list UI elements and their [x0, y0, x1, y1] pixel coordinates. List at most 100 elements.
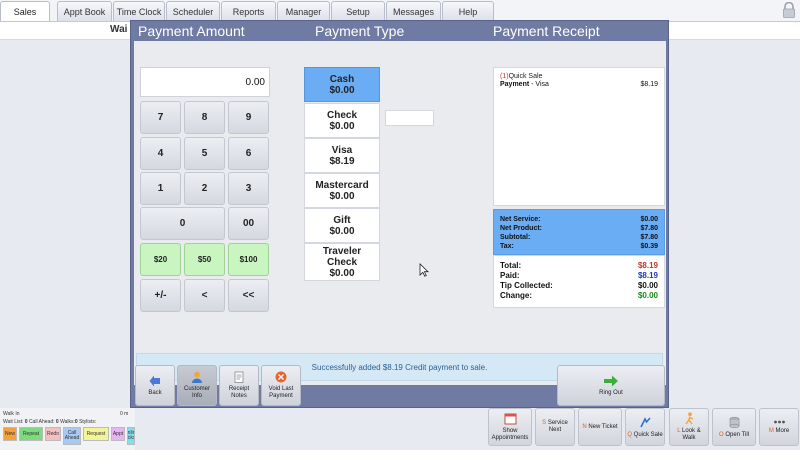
key-6[interactable]: 6 — [228, 137, 269, 170]
void-last-payment-label: Void Last Payment — [268, 386, 294, 399]
subtotals-panel: Net Service: $0.00 Net Product: $7.80 Subt… — [493, 209, 665, 255]
key-0[interactable]: 0 — [140, 207, 225, 240]
change-value: $0.00 — [637, 291, 658, 300]
quick-sale-key: Q — [627, 431, 632, 438]
tab-manager[interactable]: Manager — [277, 1, 330, 21]
tab-messages[interactable]: Messages — [386, 1, 441, 21]
void-last-payment-button[interactable]: Void Last Payment — [261, 365, 301, 406]
ring-out-label: Ring Out — [599, 389, 623, 396]
tab-scheduler[interactable]: Scheduler — [166, 1, 220, 21]
chip-call-ahead[interactable]: Call Ahead — [63, 427, 81, 445]
payment-type-amount: $0.00 — [329, 267, 355, 279]
receipt-panel: (1)Quick Sale Payment - Visa $8.19 — [493, 67, 665, 206]
key-8[interactable]: 8 — [184, 101, 225, 134]
tax-label: Tax: — [500, 243, 514, 250]
walk-in-label: Walk In — [3, 411, 20, 417]
payment-type-check[interactable]: Check $0.00 — [304, 103, 380, 138]
tab-sales[interactable]: Sales — [0, 1, 50, 21]
chip-redo[interactable]: Redo — [45, 427, 61, 441]
customer-icon — [192, 371, 202, 383]
look-and-walk-key: L — [677, 428, 681, 434]
subtotal-label: Subtotal: — [500, 234, 531, 241]
key-00[interactable]: 00 — [228, 207, 269, 240]
service-next-key: S — [542, 420, 547, 426]
customer-info-label: Customer Info — [183, 386, 210, 399]
more-key: M — [768, 428, 774, 434]
tab-setup[interactable]: Setup — [331, 1, 385, 21]
chip-online-ticket[interactable]: Online Tckst — [127, 427, 135, 445]
ring-out-button[interactable]: Ring Out — [557, 365, 665, 406]
look-and-walk-button[interactable]: L Look & Walk — [669, 408, 709, 446]
key-backspace[interactable]: < — [184, 279, 225, 312]
quick-sale-button[interactable]: Q Quick Sale — [625, 408, 665, 446]
payment-type-name: Cash — [329, 73, 355, 85]
receipt-notes-label: Receipt Notes — [228, 386, 250, 399]
receipt-payment-method: - Visa — [529, 81, 549, 88]
key-plus-minus[interactable]: +/- — [140, 279, 181, 312]
key-clear[interactable]: << — [228, 279, 269, 312]
net-service-label: Net Service: — [500, 216, 541, 223]
quick-sale-label: Quick Sale — [633, 431, 663, 438]
key-3[interactable]: 3 — [228, 172, 269, 205]
totals-panel: Total: $8.19 Paid: $8.19 Tip Collected: $0.… — [493, 255, 665, 308]
payment-type-visa[interactable]: Visa $8.19 — [304, 138, 380, 173]
wait-counts: Wait List: 0 Call Ahead: 0 Walks:0 Styli… — [3, 419, 96, 425]
wait-list-label: Wait List: — [3, 419, 24, 425]
key-2[interactable]: 2 — [184, 172, 225, 205]
calendar-icon — [504, 413, 516, 425]
chip-repeat[interactable]: Repeat — [19, 427, 43, 441]
tab-reports[interactable]: Reports — [221, 1, 276, 21]
check-number-input[interactable] — [385, 110, 434, 126]
service-next-button[interactable]: S Service Next — [535, 408, 575, 446]
receipt-line-index: (1) — [500, 73, 509, 80]
payment-type-traveler-check[interactable]: Traveler Check $0.00 — [304, 243, 380, 281]
payment-type-amount: $0.00 — [329, 120, 355, 132]
tip-label: Tip Collected: — [500, 281, 553, 290]
key-7[interactable]: 7 — [140, 101, 181, 134]
back-button[interactable]: Back — [135, 365, 175, 406]
new-ticket-button[interactable]: N New Ticket — [578, 408, 622, 446]
walks-value: 0 — [74, 419, 78, 425]
key-4[interactable]: 4 — [140, 137, 181, 170]
amount-input[interactable]: 0.00 — [140, 67, 270, 97]
total-label: Total: — [500, 261, 522, 270]
walks-label: Walks: — [60, 419, 75, 425]
payment-type-gift[interactable]: Gift $0.00 — [304, 208, 380, 243]
more-label: More — [775, 428, 790, 434]
payment-type-header: Payment Type — [315, 23, 405, 39]
stylists-label: Stylists: — [79, 419, 97, 425]
chip-request[interactable]: Request — [83, 427, 109, 441]
key-1[interactable]: 1 — [140, 172, 181, 205]
chip-appt[interactable]: Appt — [111, 427, 125, 441]
payment-type-mastercard[interactable]: Mastercard $0.00 — [304, 173, 380, 208]
lock-icon[interactable] — [782, 2, 796, 18]
change-row: Change: $0.00 — [500, 291, 658, 301]
quick-amount-50[interactable]: $50 — [184, 243, 225, 276]
service-next-label: Service Next — [547, 420, 568, 433]
tab-help[interactable]: Help — [442, 1, 494, 21]
payment-type-cash[interactable]: Cash $0.00 — [304, 67, 380, 102]
quick-amount-20[interactable]: $20 — [140, 243, 181, 276]
receipt-notes-button[interactable]: Receipt Notes — [219, 365, 259, 406]
show-appointments-label: Show Appointments — [491, 428, 529, 441]
customer-info-button[interactable]: Customer Info — [177, 365, 217, 406]
tab-time-clock[interactable]: Time Clock — [113, 1, 165, 21]
back-arrow-icon — [149, 375, 160, 386]
open-till-button[interactable]: O Open Till — [712, 408, 756, 446]
key-9[interactable]: 9 — [228, 101, 269, 134]
more-button[interactable]: M More — [759, 408, 799, 446]
open-till-label: Open Till — [725, 431, 750, 438]
tax-row: Tax: $0.39 — [500, 242, 658, 251]
receipt-payment-label: Payment — [500, 81, 530, 88]
payment-type-amount: $0.00 — [329, 225, 355, 237]
chip-new[interactable]: New — [3, 427, 17, 441]
show-appointments-button[interactable]: Show Appointments — [488, 408, 532, 446]
receipt-sale-label: Quick Sale — [508, 73, 543, 80]
key-5[interactable]: 5 — [184, 137, 225, 170]
quick-amount-100[interactable]: $100 — [228, 243, 269, 276]
payment-type-name: Mastercard — [315, 179, 369, 191]
call-ahead-label: Call Ahead: — [28, 419, 55, 425]
tab-appt-book[interactable]: Appt Book — [57, 1, 112, 21]
open-till-key: O — [718, 431, 724, 438]
payment-type-amount: $0.00 — [329, 84, 355, 96]
